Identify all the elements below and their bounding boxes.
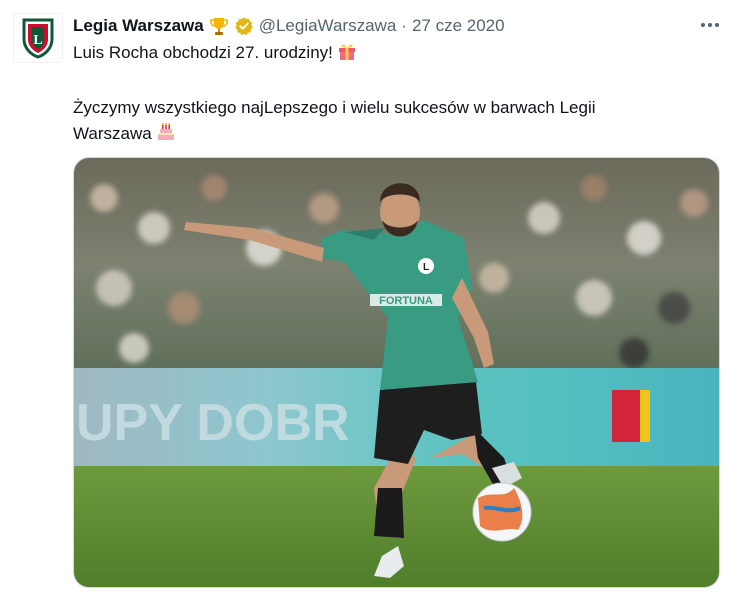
- text-line-1: Luis Rocha obchodzi 27. urodziny!: [73, 40, 713, 69]
- gift-emoji-icon: [337, 41, 357, 69]
- text-line-3-content: Warszawa: [73, 124, 152, 143]
- shirt-sponsor-text: FORTUNA: [379, 295, 433, 307]
- tweet-card: L Legia Warszawa @LegiaWarszawa · 27 cze…: [0, 0, 739, 599]
- verified-badge-icon[interactable]: [234, 16, 254, 36]
- text-line-3: Warszawa: [73, 121, 713, 150]
- text-line-2: Życzymy wszystkiego najLepszego i wielu …: [73, 98, 596, 117]
- football-player-photo: UPY DOBR FORTUNA L: [74, 158, 719, 587]
- tweet-text: Luis Rocha obchodzi 27. urodziny! Życzym…: [73, 40, 713, 150]
- svg-text:L: L: [423, 262, 429, 273]
- author-name[interactable]: Legia Warszawa: [73, 16, 204, 36]
- text-line-1-content: Luis Rocha obchodzi 27. urodziny!: [73, 43, 333, 62]
- tweet-date[interactable]: 27 cze 2020: [412, 16, 505, 36]
- board-text: UPY DOBR: [76, 394, 350, 452]
- trophy-icon: [209, 16, 229, 36]
- author-handle[interactable]: @LegiaWarszawa: [259, 16, 397, 36]
- birthday-cake-emoji-icon: [156, 122, 176, 150]
- more-options-icon[interactable]: [699, 14, 721, 36]
- tweet-media-photo[interactable]: UPY DOBR FORTUNA L: [73, 157, 720, 588]
- svg-text:L: L: [33, 33, 42, 48]
- separator-dot: ·: [401, 16, 407, 35]
- tweet-header: Legia Warszawa @LegiaWarszawa · 27 cze 2…: [73, 14, 725, 38]
- legia-logo-avatar[interactable]: L: [13, 13, 63, 63]
